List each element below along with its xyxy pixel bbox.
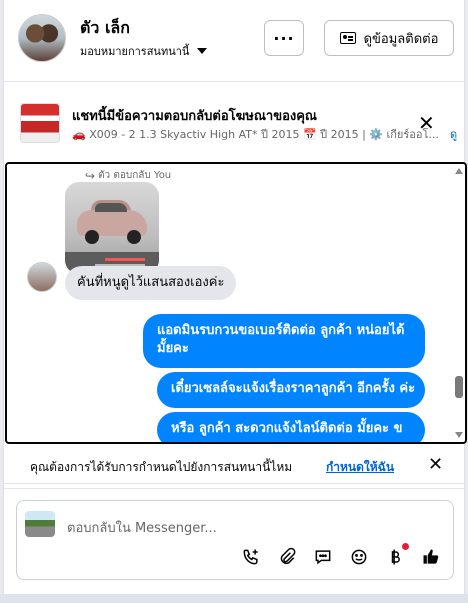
close-icon[interactable]: ✕	[428, 454, 443, 475]
car-window	[95, 203, 127, 212]
ad-banner-title: แชทนี้มีข้อความตอบกลับต่อโฆษณาของคุณ	[72, 109, 317, 124]
car-wheel	[85, 230, 99, 244]
ad-reply-banner: แชทนี้มีข้อความตอบกลับต่อโฆษณาของคุณ 🚗 X…	[4, 83, 466, 159]
contact-card-icon	[339, 32, 356, 44]
assign-prompt-question: คุณต้องการได้รับการกำหนดไปยังการสนทนานี้…	[30, 460, 293, 474]
scroll-up-arrow[interactable]	[455, 168, 463, 174]
divider	[4, 488, 466, 489]
assign-to-me-link[interactable]: กำหนดให้ฉัน	[326, 458, 394, 477]
reply-indicator-text: ตัว ตอบกลับ You	[98, 170, 172, 181]
more-options-button[interactable]: ···	[264, 20, 304, 56]
outgoing-message: เดี๋ยวเซลล์จะแจ้งเรื่องราคาลูกค้า อีกครั…	[157, 372, 425, 408]
view-contact-label: ดูข้อมูลติดต่อ	[363, 31, 439, 47]
outgoing-message: หรือ ลูกค้า สะดวกแจ้งไลน์ติดต่อ มั้ยคะ ข	[157, 412, 425, 442]
assign-prompt: คุณต้องการได้รับการกำหนดไปยังการสนทนานี้…	[4, 448, 466, 484]
reply-arrow-icon: ↪	[85, 168, 96, 183]
conversation-panel: ตัว เล็ก มอบหมายการสนทนานี้ ··· ดูข้อมูล…	[3, 0, 467, 603]
baht-icon[interactable]	[383, 543, 409, 569]
composer-toolbar	[239, 543, 443, 569]
bottom-strip	[0, 594, 468, 603]
reply-input[interactable]: ตอบกลับใน Messenger...	[67, 517, 217, 538]
call-plus-icon[interactable]	[239, 545, 263, 569]
scroll-down-arrow[interactable]	[455, 432, 463, 438]
like-icon[interactable]	[419, 545, 443, 569]
caret-down-icon	[197, 48, 208, 54]
close-icon[interactable]: ✕	[418, 111, 435, 135]
incoming-message: คันที่หนูดูไว้แสนสองเองค่ะ	[65, 266, 237, 300]
conversation-header: ตัว เล็ก มอบหมายการสนทนานี้ ··· ดูข้อมูล…	[4, 0, 466, 82]
ad-view-link[interactable]: ดู	[450, 125, 457, 143]
message-composer[interactable]: ตอบกลับใน Messenger...	[16, 500, 454, 580]
outgoing-message: แอดมินรบกวนขอเบอร์ติดต่อ ลูกค้า หน่อยได้…	[143, 314, 425, 368]
ad-banner-subtitle: 🚗 X009 - 2 1.3 Skyactiv High AT* ปี 2015…	[72, 128, 439, 141]
customer-avatar-small	[27, 262, 57, 292]
saved-reply-icon[interactable]	[311, 545, 335, 569]
notification-dot	[402, 543, 409, 550]
car-photo-attachment[interactable]	[65, 182, 159, 274]
attachment-icon[interactable]	[275, 545, 299, 569]
customer-name[interactable]: ตัว เล็ก	[80, 16, 130, 41]
emoji-icon[interactable]	[347, 545, 371, 569]
scrollbar-thumb[interactable]	[455, 376, 463, 398]
customer-avatar[interactable]	[18, 14, 66, 62]
reply-indicator: ↪ ตัว ตอบกลับ You	[85, 168, 171, 183]
assign-dropdown[interactable]: มอบหมายการสนทนานี้	[80, 42, 208, 60]
car-wheel	[127, 230, 141, 244]
assign-label: มอบหมายการสนทนานี้	[80, 45, 190, 58]
message-thread[interactable]: ↪ ตัว ตอบกลับ You คันที่หนูดูไว้แสนสองเอ…	[5, 162, 467, 444]
ad-thumbnail	[20, 103, 60, 143]
view-contact-button[interactable]: ดูข้อมูลติดต่อ	[324, 20, 454, 56]
page-avatar	[25, 511, 55, 537]
